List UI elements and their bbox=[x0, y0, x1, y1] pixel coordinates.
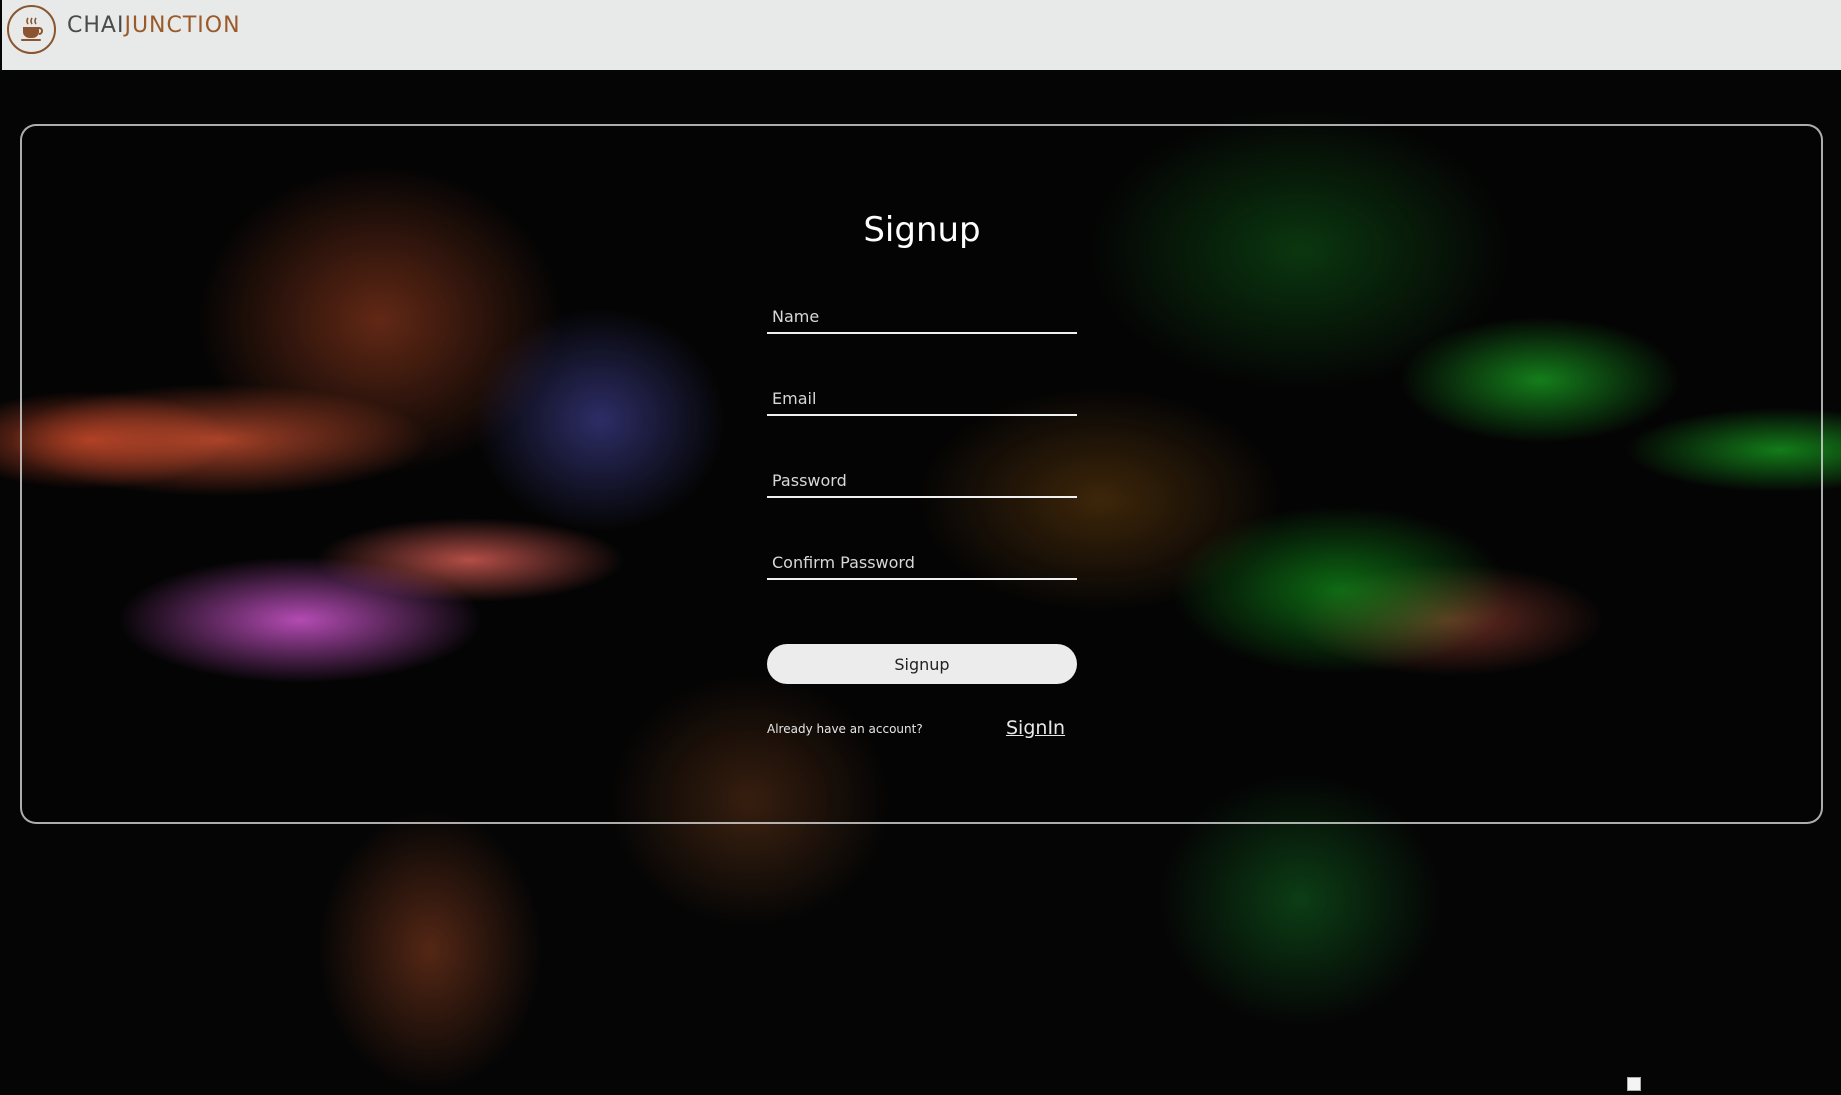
confirm-password-input[interactable] bbox=[767, 546, 1077, 578]
password-field-wrapper bbox=[767, 464, 1077, 498]
top-navbar: CHAIJUNCTION bbox=[2, 0, 1841, 70]
password-input[interactable] bbox=[767, 464, 1077, 496]
email-input[interactable] bbox=[767, 382, 1077, 414]
brand-name[interactable]: CHAIJUNCTION bbox=[67, 13, 241, 38]
confirm-password-field-wrapper bbox=[767, 546, 1077, 580]
page-title: Signup bbox=[863, 210, 981, 250]
already-account-text: Already have an account? bbox=[767, 722, 923, 736]
footer-badge-link[interactable] bbox=[1627, 1076, 1827, 1092]
brand-name-primary: CHAI bbox=[67, 13, 125, 38]
signup-button[interactable]: Signup bbox=[767, 644, 1077, 684]
logo[interactable] bbox=[7, 5, 56, 54]
name-input[interactable] bbox=[767, 300, 1077, 332]
name-field-wrapper bbox=[767, 300, 1077, 334]
brand-name-accent: JUNCTION bbox=[124, 13, 241, 38]
broken-image-icon bbox=[1627, 1077, 1641, 1091]
coffee-cup-icon bbox=[20, 17, 43, 41]
signin-link[interactable]: SignIn bbox=[1006, 717, 1065, 739]
email-field-wrapper bbox=[767, 382, 1077, 416]
